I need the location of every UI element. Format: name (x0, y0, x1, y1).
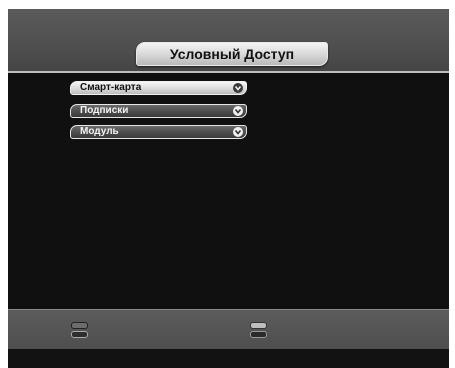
osd-screen: Условный Доступ Смарт-карта Подписки Мод… (8, 9, 449, 368)
bottom-strip (8, 349, 449, 368)
color-key-bottom (250, 331, 267, 338)
chevron-down-icon (233, 127, 243, 137)
header-divider (8, 71, 449, 73)
menu-item-subscriptions[interactable]: Подписки (70, 104, 247, 118)
color-key-icon[interactable] (250, 320, 267, 340)
header-bar: Условный Доступ (8, 9, 449, 71)
color-key-top (71, 322, 88, 329)
color-key-bottom (71, 331, 88, 338)
menu-item-label: Подписки (80, 105, 129, 116)
page-title: Условный Доступ (169, 46, 295, 62)
footer-bar (8, 309, 449, 350)
menu-item-module[interactable]: Модуль (70, 125, 247, 139)
color-key-top (250, 322, 267, 329)
chevron-down-icon (233, 106, 243, 116)
color-key-icon[interactable] (71, 320, 88, 340)
menu-item-smartcard[interactable]: Смарт-карта (70, 81, 247, 95)
chevron-down-icon (233, 83, 243, 93)
title-plate: Условный Доступ (136, 42, 328, 66)
menu-item-label: Модуль (80, 126, 119, 137)
menu-item-label: Смарт-карта (80, 82, 142, 93)
